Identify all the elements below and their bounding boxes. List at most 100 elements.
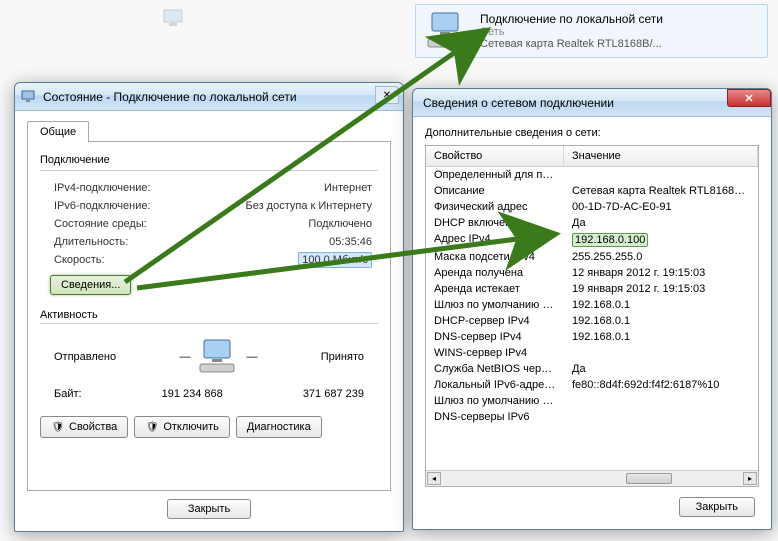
cell-property: Шлюз по умолчанию IP...	[426, 393, 564, 409]
bg-adapter-item	[160, 6, 188, 37]
cell-property: Служба NetBIOS чере...	[426, 361, 564, 377]
close-button[interactable]: Закрыть	[167, 499, 251, 519]
grid-row[interactable]: Физический адрес00-1D-7D-AC-E0-91	[426, 199, 758, 215]
grid-row[interactable]: Шлюз по умолчанию IP...192.168.0.1	[426, 297, 758, 313]
cell-value: Да	[564, 361, 758, 377]
tab-panel-general: Подключение IPv4-подключение:Интернет IP…	[27, 141, 391, 491]
cell-property: WINS-сервер IPv4	[426, 345, 564, 361]
cell-property: Аренда получена	[426, 265, 564, 281]
grid-row[interactable]: DNS-сервер IPv4192.168.0.1	[426, 329, 758, 345]
activity-headers: Отправлено — — Принято	[40, 332, 378, 382]
shield-icon: 🛡	[51, 420, 65, 434]
cell-property: DHCP-сервер IPv4	[426, 313, 564, 329]
cell-property: Физический адрес	[426, 199, 564, 215]
tab-general[interactable]: Общие	[27, 121, 89, 142]
bytes-label: Байт:	[54, 388, 82, 400]
grid-row[interactable]: DHCP-сервер IPv4192.168.0.1	[426, 313, 758, 329]
cell-property: DNS-серверы IPv6	[426, 409, 564, 425]
tab-strip: Общие	[27, 121, 391, 142]
grid-row[interactable]: Адрес IPv4192.168.0.100	[426, 231, 758, 249]
divider	[40, 323, 378, 324]
cell-property: Шлюз по умолчанию IP...	[426, 297, 564, 313]
shield-icon: 🛡	[145, 420, 159, 434]
cell-value: Да	[564, 215, 758, 231]
status-window: Состояние - Подключение по локальной сет…	[14, 82, 404, 532]
details-close-button[interactable]: Закрыть	[679, 497, 755, 517]
cell-value: Сетевая карта Realtek RTL8168B/8111	[564, 183, 758, 199]
cell-value: 00-1D-7D-AC-E0-91	[564, 199, 758, 215]
speed-value: 100.0 Мбит/с	[298, 252, 372, 268]
row-media: Состояние среды:Подключено	[40, 215, 378, 233]
cell-value	[564, 345, 758, 361]
col-property[interactable]: Свойство	[426, 146, 564, 166]
grid-row[interactable]: Маска подсети IPv4255.255.255.0	[426, 249, 758, 265]
divider	[40, 170, 378, 171]
cell-property: Локальный IPv6-адрес...	[426, 377, 564, 393]
grid-row[interactable]: WINS-сервер IPv4	[426, 345, 758, 361]
connection-tile-title: Подключение по локальной сети	[480, 12, 663, 26]
details-button[interactable]: Сведения...	[50, 275, 131, 295]
cell-value: 255.255.255.0	[564, 249, 758, 265]
col-value[interactable]: Значение	[564, 146, 758, 166]
cell-property: DNS-сервер IPv4	[426, 329, 564, 345]
grid-row[interactable]: Аренда получена12 января 2012 г. 19:15:0…	[426, 265, 758, 281]
cell-value: 192.168.0.1	[564, 313, 758, 329]
grid-row[interactable]: DHCP включенДа	[426, 215, 758, 231]
network-adapter-icon	[424, 11, 472, 51]
sent-label: Отправлено	[54, 351, 116, 363]
group-connection-label: Подключение	[40, 154, 378, 166]
cell-value: 192.168.0.1	[564, 297, 758, 313]
cell-property: Маска подсети IPv4	[426, 249, 564, 265]
scroll-right-button[interactable]: ▸	[743, 472, 757, 485]
status-titlebar[interactable]: Состояние - Подключение по локальной сет…	[15, 83, 403, 111]
cell-value	[564, 409, 758, 425]
grid-body[interactable]: Определенный для по...ОписаниеСетевая ка…	[426, 167, 758, 470]
bytes-recv: 371 687 239	[303, 388, 364, 400]
details-grid: Свойство Значение Определенный для по...…	[425, 145, 759, 487]
cell-property: Аренда истекает	[426, 281, 564, 297]
scroll-left-button[interactable]: ◂	[427, 472, 441, 485]
cell-value: 192.168.0.100	[564, 231, 758, 249]
status-close-button[interactable]: ✕	[375, 86, 399, 104]
grid-row[interactable]: Аренда истекает19 января 2012 г. 19:15:0…	[426, 281, 758, 297]
cell-property: DHCP включен	[426, 215, 564, 231]
details-close-x[interactable]: ✕	[727, 89, 771, 107]
connection-tile-network: Сеть	[480, 26, 663, 38]
status-window-title: Состояние - Подключение по локальной сет…	[43, 90, 397, 104]
row-duration: Длительность:05:35:46	[40, 233, 378, 251]
cell-value: fe80::8d4f:692d:f4f2:6187%10	[564, 377, 758, 393]
grid-row[interactable]: DNS-серверы IPv6	[426, 409, 758, 425]
grid-row[interactable]: ОписаниеСетевая карта Realtek RTL8168B/8…	[426, 183, 758, 199]
grid-row[interactable]: Служба NetBIOS чере...Да	[426, 361, 758, 377]
cell-property: Определенный для по...	[426, 167, 564, 183]
grid-row[interactable]: Шлюз по умолчанию IP...	[426, 393, 758, 409]
connection-tile[interactable]: Подключение по локальной сети Сеть Сетев…	[415, 4, 768, 58]
details-heading: Дополнительные сведения о сети:	[425, 127, 759, 139]
cell-property: Описание	[426, 183, 564, 199]
monitor-icon	[160, 6, 188, 34]
activity-icon	[194, 338, 242, 376]
cell-value: 192.168.0.1	[564, 329, 758, 345]
recv-label: Принято	[321, 351, 364, 363]
details-window: Сведения о сетевом подключении ✕ Дополни…	[412, 88, 772, 530]
connection-tile-text: Подключение по локальной сети Сеть Сетев…	[480, 12, 663, 50]
disable-button[interactable]: 🛡Отключить	[134, 416, 230, 438]
row-speed: Скорость:100.0 Мбит/с	[40, 251, 378, 269]
grid-header[interactable]: Свойство Значение	[426, 146, 758, 167]
diagnose-button[interactable]: Диагностика	[236, 416, 322, 438]
bytes-sent: 191 234 868	[162, 388, 223, 400]
scroll-thumb[interactable]	[626, 473, 672, 484]
cell-value	[564, 393, 758, 409]
status-window-icon	[21, 89, 37, 105]
cell-value	[564, 167, 758, 183]
properties-button[interactable]: 🛡Свойства	[40, 416, 128, 438]
highlighted-ip: 192.168.0.100	[572, 233, 648, 247]
group-activity-label: Активность	[40, 309, 378, 321]
horizontal-scrollbar[interactable]: ◂ ▸	[426, 470, 758, 486]
cell-value: 12 января 2012 г. 19:15:03	[564, 265, 758, 281]
cell-value: 19 января 2012 г. 19:15:03	[564, 281, 758, 297]
connection-tile-adapter: Сетевая карта Realtek RTL8168B/...	[480, 38, 663, 50]
details-titlebar[interactable]: Сведения о сетевом подключении ✕	[413, 89, 771, 117]
grid-row[interactable]: Локальный IPv6-адрес...fe80::8d4f:692d:f…	[426, 377, 758, 393]
grid-row[interactable]: Определенный для по...	[426, 167, 758, 183]
